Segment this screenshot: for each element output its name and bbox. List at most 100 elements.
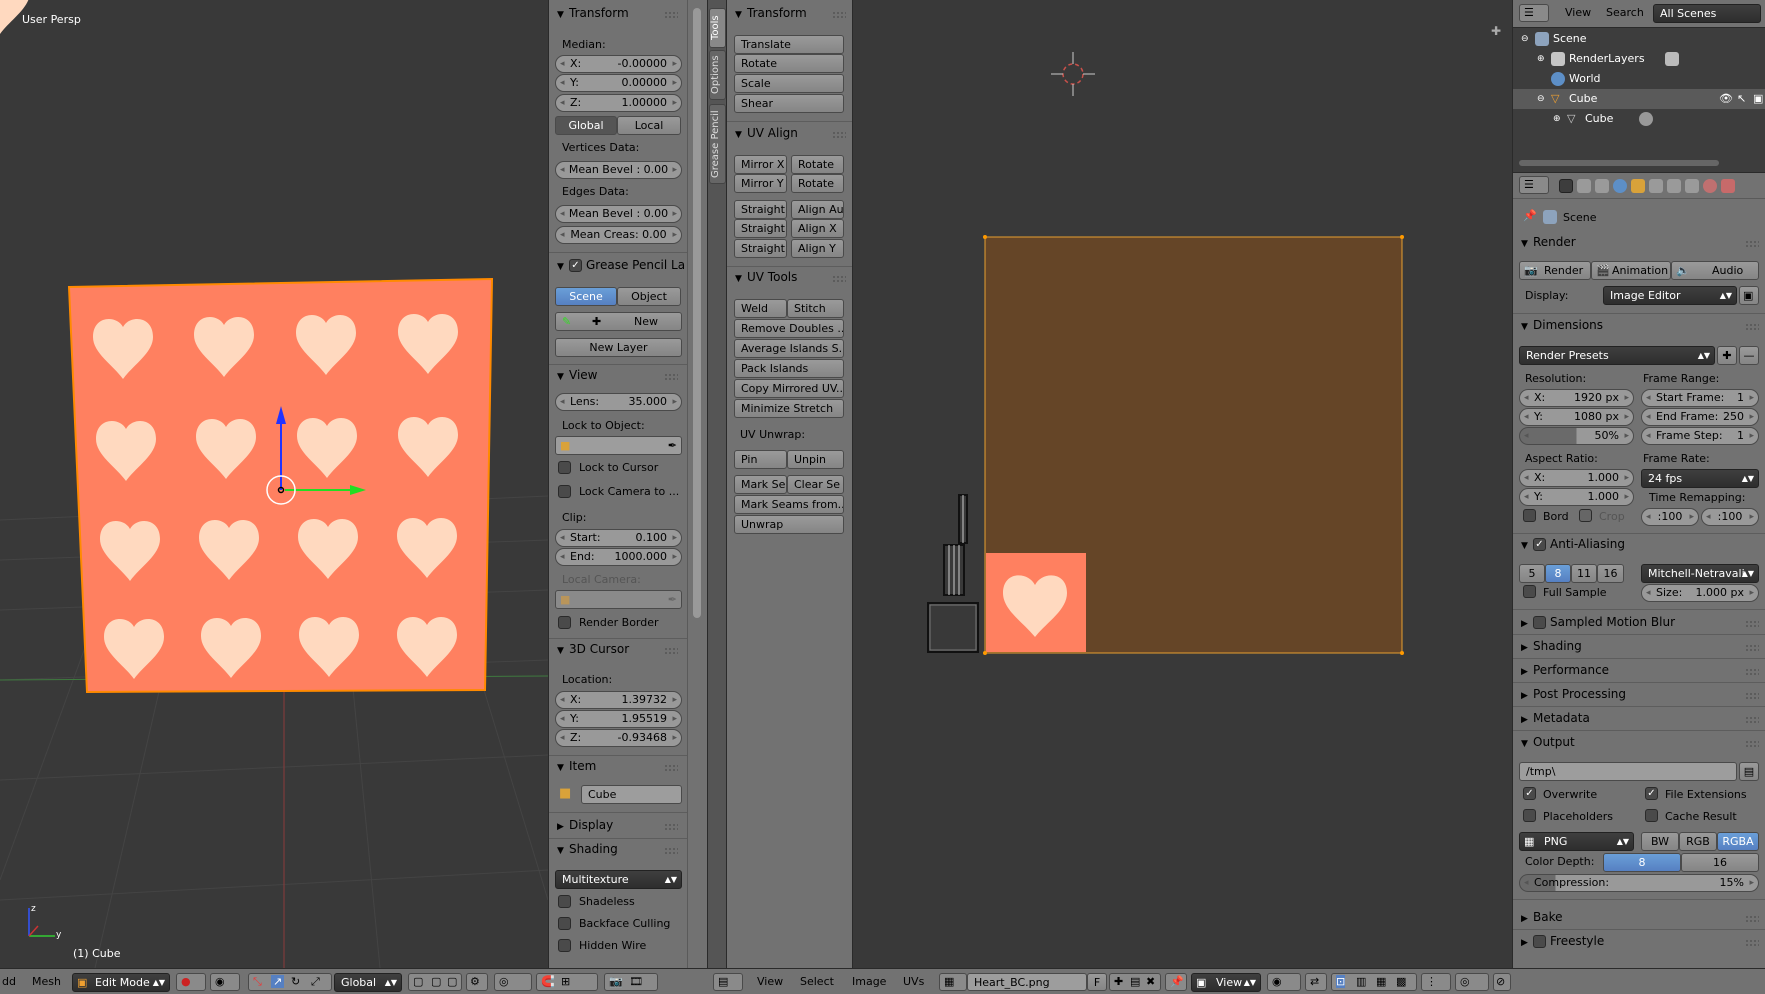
audio-button[interactable]: 🔈 Audio: [1671, 261, 1759, 280]
translate-button[interactable]: Translate: [734, 35, 844, 54]
tab-options[interactable]: Options: [709, 50, 726, 100]
uv-image-editor[interactable]: ✚: [852, 0, 1512, 968]
tab-grease-pencil[interactable]: Grease Pencil: [709, 104, 726, 184]
eye-icon[interactable]: 👁: [1719, 89, 1733, 109]
npanel-scrollbar[interactable]: [687, 0, 707, 968]
render-anim-icon[interactable]: 🎞: [629, 975, 643, 988]
outliner-row-world[interactable]: World: [1513, 69, 1765, 89]
panel-view-title[interactable]: ▼ View: [557, 368, 597, 382]
3d-viewport[interactable]: z y User Persp (1) Cube: [0, 0, 548, 968]
image-new-open-buttons[interactable]: ✚ ▤ ✖: [1109, 973, 1161, 991]
full-sample-checkbox[interactable]: [1523, 585, 1536, 598]
uv-select-modes[interactable]: ⊡ ▥ ▦ ▩: [1331, 973, 1417, 991]
straighten-y-button[interactable]: Straight: [734, 239, 787, 258]
edge-select-icon[interactable]: ▥: [1356, 975, 1366, 988]
mark-seam-button[interactable]: Mark Se: [734, 475, 787, 494]
clear-seam-button[interactable]: Clear Se: [787, 475, 844, 494]
display-mode-select[interactable]: All Scenes: [1653, 4, 1761, 23]
panel-uv-tools-title[interactable]: ▼ UV Tools: [735, 270, 797, 284]
aa-filter-select[interactable]: Mitchell-Netravali ▲▼: [1641, 564, 1759, 583]
color-rgb-toggle[interactable]: RGB: [1679, 832, 1717, 851]
start-frame-field[interactable]: Start Frame:1: [1641, 389, 1759, 407]
panel-metadata-title[interactable]: ▶ Metadata: [1521, 711, 1590, 725]
world-tab-icon[interactable]: [1613, 179, 1627, 193]
align-auto-button[interactable]: Align Au: [791, 200, 844, 219]
mesh-menu[interactable]: Mesh: [32, 975, 61, 988]
panel-dimensions-title[interactable]: ▼ Dimensions: [1521, 318, 1603, 332]
uv-canvas[interactable]: [853, 0, 1512, 968]
rotate-manipulator-icon[interactable]: ↻: [291, 975, 300, 988]
limit-selection-toggle[interactable]: ⚙: [466, 973, 488, 991]
time-remap-new-field[interactable]: :100: [1701, 508, 1759, 526]
unwrap-button[interactable]: Unwrap: [734, 515, 844, 534]
uv-proportional-edit[interactable]: ◎: [1455, 973, 1489, 991]
sticky-icon[interactable]: ⋮: [1426, 975, 1437, 988]
aa-samples-8[interactable]: 8: [1545, 564, 1571, 583]
median-z-field[interactable]: Z:1.00000: [555, 94, 682, 112]
uv-view-menu[interactable]: View: [757, 975, 783, 988]
orientation-select[interactable]: Global ▲▼: [334, 973, 402, 992]
shear-button[interactable]: Shear: [734, 94, 844, 113]
color-rgba-toggle[interactable]: RGBA: [1717, 832, 1759, 851]
median-x-field[interactable]: X:-0.00000: [555, 55, 682, 73]
frame-rate-select[interactable]: 24 fps ▲▼: [1641, 469, 1759, 488]
unpin-button[interactable]: Unpin: [787, 450, 844, 469]
add-menu[interactable]: dd: [2, 975, 16, 988]
pin-icon[interactable]: 📌: [1523, 209, 1537, 222]
panel-post-processing-title[interactable]: ▶ Post Processing: [1521, 687, 1626, 701]
border-checkbox[interactable]: [1523, 509, 1536, 522]
panel-grease-pencil-title[interactable]: ▼ ✓ Grease Pencil La: [557, 258, 685, 272]
copy-mirrored-uv-button[interactable]: Copy Mirrored UV...: [734, 379, 844, 398]
render-camera-icon[interactable]: ▣: [1753, 89, 1763, 109]
render-border-checkbox[interactable]: [558, 616, 571, 629]
scale-manipulator-icon[interactable]: ⤢: [311, 975, 320, 989]
vertex-select-icon[interactable]: ⊡: [1336, 975, 1346, 988]
pack-islands-button[interactable]: Pack Islands: [734, 359, 844, 378]
straighten-x-button[interactable]: Straight: [734, 219, 787, 238]
panel-output-title[interactable]: ▼ Output: [1521, 735, 1575, 749]
magnet-icon[interactable]: 🧲: [541, 975, 555, 988]
mirror-y-button[interactable]: Mirror Y: [734, 174, 787, 193]
lens-field[interactable]: Lens:35.000: [555, 393, 682, 411]
aspect-y-field[interactable]: Y:1.000: [1519, 488, 1634, 506]
snap-controls[interactable]: 🧲 ⊞: [536, 973, 598, 991]
image-browse-button[interactable]: ▦: [939, 973, 967, 991]
shading-mode-select[interactable]: Multitexture ▲▼: [555, 870, 682, 889]
stitch-button[interactable]: Stitch: [787, 299, 844, 318]
resolution-y-field[interactable]: Y:1080 px: [1519, 408, 1634, 426]
browse-folder-button[interactable]: ▤: [1739, 762, 1759, 781]
vertex-mean-bevel-field[interactable]: Mean Bevel : 0.00: [555, 161, 682, 179]
new-layer-button[interactable]: New Layer: [555, 338, 682, 357]
proportional-icon[interactable]: ◎: [1460, 975, 1470, 988]
render-tab-icon[interactable]: [1559, 179, 1573, 193]
align-x-button[interactable]: Align X: [791, 219, 844, 238]
viewport-shading-select[interactable]: ●: [176, 973, 206, 991]
uv-image-menu[interactable]: Image: [852, 975, 886, 988]
manipulator-icon[interactable]: ⤡: [253, 975, 262, 989]
local-toggle[interactable]: Local: [617, 116, 681, 135]
time-remap-old-field[interactable]: :100: [1641, 508, 1699, 526]
tab-tools[interactable]: Tools: [709, 8, 726, 48]
occlude-icon[interactable]: ⚙: [470, 975, 480, 988]
translate-manipulator-icon[interactable]: ↗: [271, 975, 285, 988]
depth-8-toggle[interactable]: 8: [1603, 853, 1681, 872]
placeholders-checkbox[interactable]: [1523, 809, 1536, 822]
manipulator-toggles[interactable]: ⤡ ↗ ↻ ⤢: [248, 973, 332, 991]
vertex-select-icon[interactable]: ▢: [413, 975, 423, 988]
panel-transform-title[interactable]: ▼ Transform: [557, 6, 629, 20]
output-path-field[interactable]: /tmp\: [1519, 762, 1737, 781]
hidden-wire-checkbox[interactable]: [558, 939, 571, 952]
edge-mean-bevel-field[interactable]: Mean Bevel : 0.00: [555, 205, 682, 223]
global-toggle[interactable]: Global: [555, 116, 617, 135]
render-button[interactable]: 📷 Render: [1519, 261, 1591, 280]
panel-render-title[interactable]: ▼ Render: [1521, 235, 1576, 249]
filter-size-field[interactable]: Size:1.000 px: [1641, 584, 1759, 602]
face-select-icon[interactable]: ▦: [1376, 975, 1386, 988]
edge-mean-crease-field[interactable]: Mean Creas: 0.00: [555, 226, 682, 244]
minimize-stretch-button[interactable]: Minimize Stretch: [734, 399, 844, 418]
panel-uv-align-title[interactable]: ▼ UV Align: [735, 126, 798, 140]
panel-motion-blur-title[interactable]: ▶ Sampled Motion Blur: [1521, 615, 1675, 629]
panel-performance-title[interactable]: ▶ Performance: [1521, 663, 1609, 677]
panel-shading-title[interactable]: ▶ Shading: [1521, 639, 1582, 653]
pivot-point-select[interactable]: ◉: [210, 973, 240, 991]
